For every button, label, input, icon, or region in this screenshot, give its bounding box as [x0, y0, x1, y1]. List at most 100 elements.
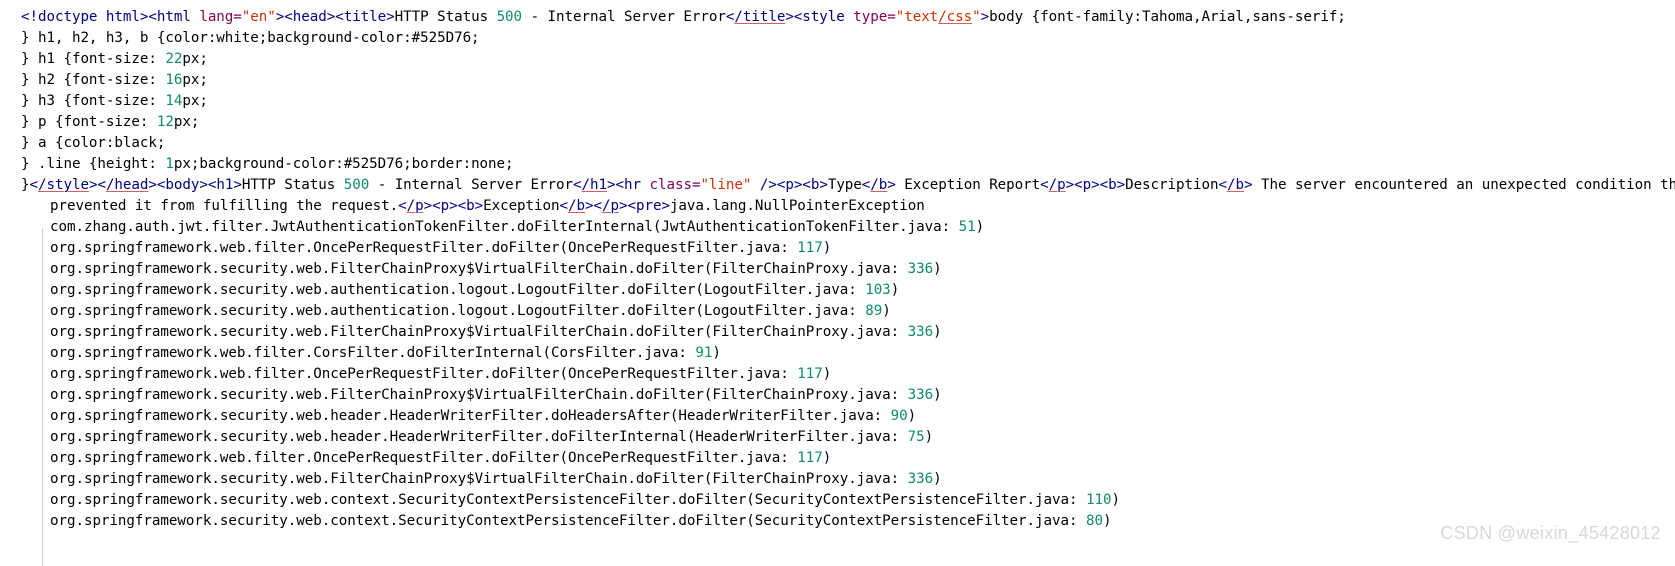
code-token: - Internal Server Error [369, 177, 574, 193]
code-token: 91 [695, 345, 713, 361]
code-token: ) [933, 387, 942, 403]
code-token: > [980, 9, 990, 25]
code-content[interactable]: <!doctype html><html lang="en"><head><ti… [0, 0, 1675, 532]
code-line[interactable]: } h1, h2, h3, b {color:white;background-… [0, 28, 1675, 49]
code-token: < [559, 198, 569, 214]
code-token: } h3 {font-size: [21, 93, 166, 109]
code-token: java.lang.NullPointerException [669, 198, 925, 214]
code-token: - Internal Server Error [522, 9, 726, 25]
code-token: "en" [241, 9, 276, 25]
code-token: < [29, 177, 39, 193]
csdn-watermark: CSDN @weixin_45428012 [1440, 523, 1661, 543]
code-token: px; [182, 93, 208, 109]
code-token: ><hr [607, 177, 650, 193]
code-line[interactable]: org.springframework.security.web.authent… [0, 280, 1675, 301]
code-token: > [887, 177, 896, 193]
code-line[interactable]: org.springframework.web.filter.OncePerRe… [0, 364, 1675, 385]
code-line[interactable]: prevented it from fulfilling the request… [0, 196, 1675, 217]
code-token: /p [1048, 177, 1066, 193]
code-line[interactable]: } h1 {font-size: 22px; [0, 49, 1675, 70]
code-editor-pane[interactable]: <!doctype html><html lang="en"><head><ti… [0, 0, 1675, 566]
code-token: com.zhang.auth.jwt.filter.JwtAuthenticat… [50, 219, 959, 235]
code-line[interactable]: org.springframework.security.web.FilterC… [0, 322, 1675, 343]
code-token: < [398, 198, 407, 214]
code-token: org.springframework.security.web.header.… [50, 429, 908, 445]
code-line[interactable]: } p {font-size: 12px; [0, 112, 1675, 133]
code-token: ) [1111, 492, 1120, 508]
code-token: } h1, h2, h3, b {color:white;background-… [21, 30, 480, 46]
code-token: px; [173, 114, 200, 130]
code-token: px; [182, 72, 208, 88]
code-token: 336 [907, 261, 934, 277]
code-line[interactable]: org.springframework.security.web.header.… [0, 406, 1675, 427]
code-token: org.springframework.security.web.FilterC… [50, 324, 908, 340]
code-line[interactable]: org.springframework.security.web.FilterC… [0, 385, 1675, 406]
code-line[interactable]: } h3 {font-size: 14px; [0, 91, 1675, 112]
code-line[interactable]: org.springframework.security.web.context… [0, 511, 1675, 532]
code-token: ) [907, 408, 917, 424]
code-token: ><p><b> [1065, 177, 1126, 193]
code-token: HTTP Status [394, 9, 497, 25]
code-line[interactable]: org.springframework.security.web.context… [0, 490, 1675, 511]
code-token: ) [933, 261, 942, 277]
code-token: 103 [865, 282, 891, 298]
code-token: Exception Report [895, 177, 1041, 193]
code-token: 90 [890, 408, 908, 424]
code-line[interactable]: org.springframework.web.filter.OncePerRe… [0, 448, 1675, 469]
code-token: px;background-color:#525D76;border:none; [173, 156, 514, 172]
code-token: } p {font-size: [21, 114, 157, 130]
code-token: <!doctype html><html [21, 9, 200, 25]
code-line[interactable]: <!doctype html><html lang="en"><head><ti… [0, 7, 1675, 28]
code-line[interactable]: }</style></head><body><h1>HTTP Status 50… [0, 175, 1675, 196]
code-token: >< [88, 177, 106, 193]
code-token: ><head><title> [275, 9, 395, 25]
code-token: 75 [907, 429, 925, 445]
code-token: ><body><h1> [148, 177, 242, 193]
code-token: Description [1125, 177, 1219, 193]
code-line[interactable]: org.springframework.security.web.authent… [0, 301, 1675, 322]
code-token: org.springframework.web.filter.OncePerRe… [50, 240, 798, 256]
code-token: /style [38, 177, 89, 193]
code-line[interactable]: com.zhang.auth.jwt.filter.JwtAuthenticat… [0, 217, 1675, 238]
code-token: 336 [907, 387, 934, 403]
code-line[interactable]: org.springframework.web.filter.CorsFilte… [0, 343, 1675, 364]
code-token: org.springframework.security.web.header.… [50, 408, 891, 424]
code-token: } [21, 177, 30, 193]
code-line[interactable]: } a {color:black; [0, 133, 1675, 154]
code-token: ><style [785, 9, 854, 25]
code-token: } h2 {font-size: [21, 72, 166, 88]
code-token: 117 [797, 240, 823, 256]
code-token: type= [853, 9, 896, 25]
code-line[interactable]: org.springframework.web.filter.OncePerRe… [0, 238, 1675, 259]
code-token: "text [895, 9, 939, 25]
code-line[interactable]: org.springframework.security.web.FilterC… [0, 469, 1675, 490]
code-token: ><pre> [618, 198, 670, 214]
code-token: org.springframework.security.web.context… [50, 513, 1086, 529]
code-line[interactable]: org.springframework.security.web.header.… [0, 427, 1675, 448]
code-token: ) [933, 324, 942, 340]
code-token: body {font-family:Tahoma,Arial,sans-seri… [989, 9, 1346, 25]
code-token: ) [890, 282, 900, 298]
code-token: ) [822, 240, 832, 256]
code-token: 500 [496, 9, 523, 25]
code-line[interactable]: org.springframework.security.web.FilterC… [0, 259, 1675, 280]
code-token: } a {color:black; [21, 135, 166, 151]
code-token: prevented it from fulfilling the request… [50, 198, 399, 214]
code-line[interactable]: } .line {height: 1px;background-color:#5… [0, 154, 1675, 175]
code-line[interactable]: } h2 {font-size: 16px; [0, 70, 1675, 91]
code-token: org.springframework.security.web.authent… [50, 303, 866, 319]
code-token: /css [938, 9, 973, 25]
code-token: 336 [907, 324, 934, 340]
code-token: /p [406, 198, 424, 214]
code-token: px; [182, 51, 208, 67]
code-token: 1 [165, 156, 174, 172]
code-token: org.springframework.security.web.FilterC… [50, 387, 908, 403]
code-token: The server encountered an unexpected con… [1252, 177, 1675, 193]
code-token: /p [602, 198, 619, 214]
code-token: 89 [865, 303, 883, 319]
code-token: ) [975, 219, 985, 235]
code-token: 117 [797, 450, 823, 466]
code-token: class= [649, 177, 701, 193]
code-token: org.springframework.security.web.FilterC… [50, 261, 908, 277]
code-token: /head [105, 177, 149, 193]
